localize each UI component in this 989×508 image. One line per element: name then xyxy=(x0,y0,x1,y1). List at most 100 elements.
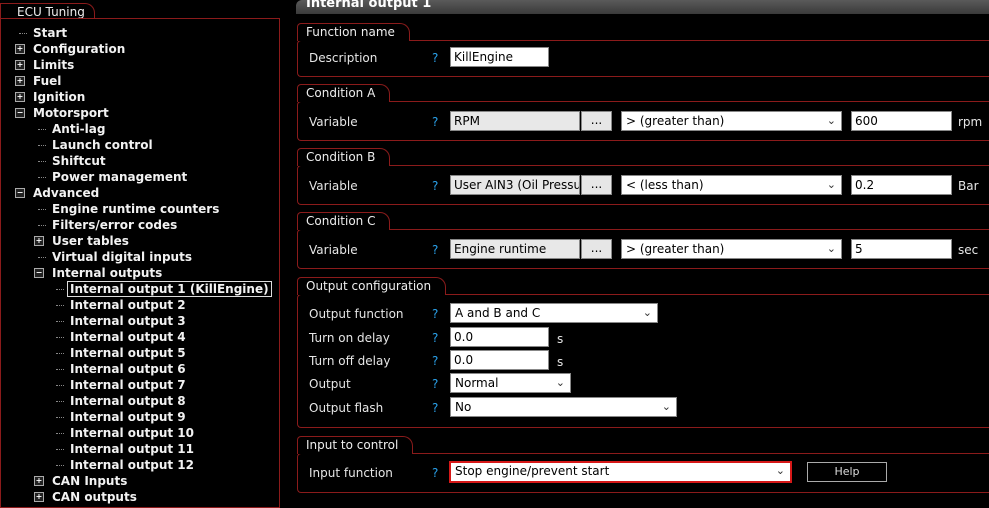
turn-off-delay-unit: s xyxy=(557,355,564,369)
tree-item[interactable]: CAN outputs xyxy=(52,489,137,505)
condition-c-operator-select[interactable]: > (greater than) ⌄ xyxy=(621,239,842,259)
expand-plus-icon[interactable]: + xyxy=(15,60,25,70)
condition-b-value-input[interactable]: 0.2 xyxy=(851,175,952,195)
turn-on-delay-help-icon[interactable]: ? xyxy=(432,329,438,347)
tree-item-label: Virtual digital inputs xyxy=(52,250,192,264)
tree-item[interactable]: Launch control xyxy=(52,137,153,153)
tree-item[interactable]: Internal output 11 xyxy=(70,441,194,457)
page-title-text: Internal output 1 xyxy=(306,0,432,11)
tree-item[interactable]: Internal output 10 xyxy=(70,425,194,441)
tree-item[interactable]: Internal output 7 xyxy=(70,377,186,393)
tree-item[interactable]: Anti-lag xyxy=(52,121,105,137)
condition-a-help-icon[interactable]: ? xyxy=(432,113,438,131)
condition-c-value-input[interactable]: 5 xyxy=(851,239,952,259)
turn-off-delay-input[interactable]: 0.0 xyxy=(450,350,549,370)
tree-item[interactable]: Shiftcut xyxy=(52,153,106,169)
tree-item-label: Filters/error codes xyxy=(52,218,178,232)
condition-c-variable-input[interactable]: Engine runtime xyxy=(450,239,580,259)
tree-connector-line xyxy=(56,321,64,322)
tree-item[interactable]: Motorsport xyxy=(33,105,109,121)
condition-a-browse-button[interactable]: ... xyxy=(581,111,612,131)
tree-item[interactable]: Internal output 5 xyxy=(70,345,186,361)
tree-connector-line xyxy=(56,385,64,386)
tree-connector-line xyxy=(38,177,46,178)
description-label: Description xyxy=(309,51,378,65)
tree-item[interactable]: Power management xyxy=(52,169,187,185)
output-function-select[interactable]: A and B and C ⌄ xyxy=(450,303,658,323)
output-value: Normal xyxy=(455,376,499,390)
input-function-select[interactable]: Stop engine/prevent start ⌄ xyxy=(449,461,792,483)
tree-item[interactable]: Ignition xyxy=(33,89,85,105)
output-help-icon[interactable]: ? xyxy=(432,375,438,393)
collapse-minus-icon[interactable]: − xyxy=(15,188,25,198)
condition-b-operator-select[interactable]: < (less than) ⌄ xyxy=(621,175,842,195)
tree-item[interactable]: Internal output 6 xyxy=(70,361,186,377)
tree-item-label: Internal outputs xyxy=(52,266,163,280)
output-function-help-icon[interactable]: ? xyxy=(432,305,438,323)
condition-a-variable-label: Variable xyxy=(309,115,358,129)
tree-item-label: Motorsport xyxy=(33,106,109,120)
collapse-minus-icon[interactable]: − xyxy=(15,108,25,118)
tree-item[interactable]: Configuration xyxy=(33,41,125,57)
tree-item[interactable]: Internal output 1 (KillEngine) xyxy=(67,281,272,297)
ecu-tuning-tab-label: ECU Tuning xyxy=(17,5,85,19)
collapse-minus-icon[interactable]: − xyxy=(34,268,44,278)
tree-connector-line xyxy=(38,225,46,226)
tree-connector-line xyxy=(38,257,46,258)
tree-connector-line xyxy=(19,33,27,34)
expand-plus-icon[interactable]: + xyxy=(15,92,25,102)
output-flash-value: No xyxy=(455,400,472,414)
condition-b-browse-button[interactable]: ... xyxy=(581,175,612,195)
condition-a-operator-select[interactable]: > (greater than) ⌄ xyxy=(621,111,842,131)
condition-c-browse-button[interactable]: ... xyxy=(581,239,612,259)
tree-connector-line xyxy=(38,145,46,146)
tree-item[interactable]: CAN Inputs xyxy=(52,473,127,489)
expand-plus-icon[interactable]: + xyxy=(15,44,25,54)
tree-item[interactable]: Internal output 8 xyxy=(70,393,186,409)
tree-item[interactable]: Internal outputs xyxy=(52,265,162,281)
tree-item[interactable]: Internal output 9 xyxy=(70,409,186,425)
tree-item-label: Limits xyxy=(33,58,75,72)
tree-item[interactable]: Filters/error codes xyxy=(52,217,177,233)
condition-b-unit: Bar xyxy=(958,179,979,193)
tree-item[interactable]: Limits xyxy=(33,57,74,73)
tree-item[interactable]: Virtual digital inputs xyxy=(52,249,192,265)
help-button[interactable]: Help xyxy=(807,462,887,482)
expand-plus-icon[interactable]: + xyxy=(34,236,44,246)
input-function-help-icon[interactable]: ? xyxy=(432,464,438,482)
condition-c-group: Condition C Variable ? Engine runtime ..… xyxy=(297,212,989,269)
condition-b-help-icon[interactable]: ? xyxy=(432,177,438,195)
expand-plus-icon[interactable]: + xyxy=(34,476,44,486)
condition-b-variable-input[interactable]: User AIN3 (Oil Pressu xyxy=(450,175,580,195)
turn-off-delay-help-icon[interactable]: ? xyxy=(432,352,438,370)
tree-connector-line xyxy=(56,433,64,434)
tree-item[interactable]: Start xyxy=(33,25,67,41)
expand-plus-icon[interactable]: + xyxy=(34,492,44,502)
condition-c-help-icon[interactable]: ? xyxy=(432,241,438,259)
condition-a-variable-input[interactable]: RPM xyxy=(450,111,580,131)
tree-item[interactable]: Engine runtime counters xyxy=(52,201,219,217)
tree-item[interactable]: Internal output 2 xyxy=(70,297,186,313)
output-flash-select[interactable]: No ⌄ xyxy=(450,397,677,417)
tree-item-label: Internal output 11 xyxy=(70,442,195,456)
tree-connector-line xyxy=(56,449,64,450)
tree-item[interactable]: Internal output 4 xyxy=(70,329,186,345)
output-flash-help-icon[interactable]: ? xyxy=(432,399,438,417)
input-to-control-group-label: Input to control xyxy=(297,436,414,454)
ecu-tuning-tab[interactable]: ECU Tuning xyxy=(0,3,95,19)
tree-item[interactable]: Fuel xyxy=(33,73,61,89)
tree-item[interactable]: Internal output 3 xyxy=(70,313,186,329)
condition-a-value-input[interactable]: 600 xyxy=(851,111,952,131)
tree-item[interactable]: Internal output 12 xyxy=(70,457,194,473)
tree-item-label: Anti-lag xyxy=(52,122,106,136)
output-select[interactable]: Normal ⌄ xyxy=(450,373,571,393)
description-help-icon[interactable]: ? xyxy=(432,49,438,67)
tree-item-label: Launch control xyxy=(52,138,153,152)
tree-item[interactable]: User tables xyxy=(52,233,129,249)
tree-item-label: Internal output 4 xyxy=(70,330,186,344)
turn-on-delay-input[interactable]: 0.0 xyxy=(450,327,549,347)
tree-connector-line xyxy=(56,305,64,306)
tree-item[interactable]: Advanced xyxy=(33,185,99,201)
expand-plus-icon[interactable]: + xyxy=(15,76,25,86)
description-input[interactable]: KillEngine xyxy=(450,47,549,67)
